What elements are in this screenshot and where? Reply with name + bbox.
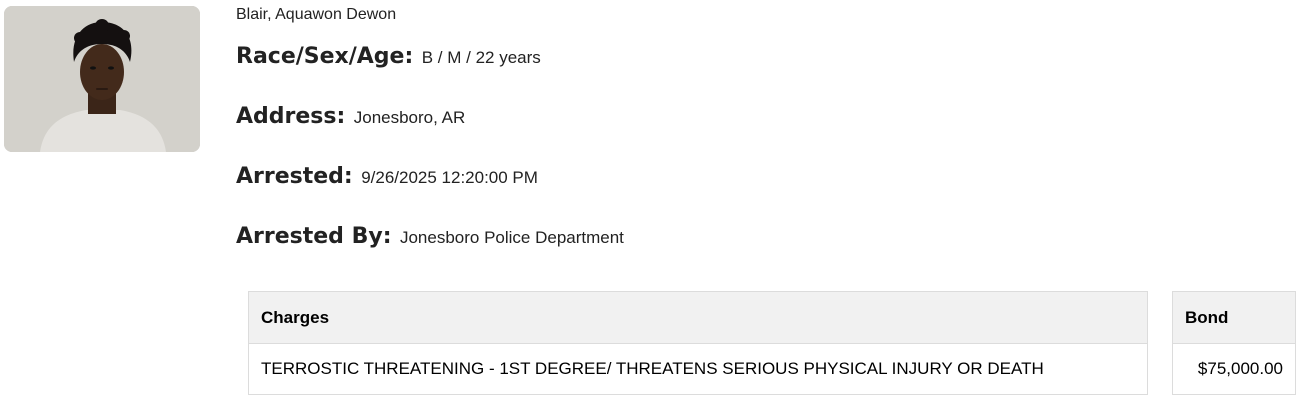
arrested-field: Arrested: 9/26/2025 12:20:00 PM [236, 164, 538, 189]
table-row: TERROSTIC THREATENING - 1ST DEGREE/ THRE… [248, 343, 1148, 395]
arrested-value: 9/26/2025 12:20:00 PM [361, 168, 538, 187]
mugshot-photo [4, 6, 200, 152]
arrested-label: Arrested: [236, 164, 353, 189]
race-sex-age-field: Race/Sex/Age: B / M / 22 years [236, 44, 541, 69]
arrested-by-field: Arrested By: Jonesboro Police Department [236, 224, 624, 249]
bond-table: Bond $75,000.00 [1172, 291, 1296, 395]
race-sex-age-label: Race/Sex/Age: [236, 44, 414, 69]
inmate-record: Blair, Aquawon Dewon Race/Sex/Age: B / M… [0, 0, 1299, 400]
charge-cell: TERROSTIC THREATENING - 1ST DEGREE/ THRE… [248, 343, 1148, 395]
address-field: Address: Jonesboro, AR [236, 104, 465, 129]
arrested-by-label: Arrested By: [236, 224, 392, 249]
charges-table: Charges TERROSTIC THREATENING - 1ST DEGR… [248, 291, 1148, 395]
bond-header: Bond [1172, 291, 1296, 344]
arrested-by-value: Jonesboro Police Department [399, 228, 624, 247]
race-sex-age-value: B / M / 22 years [421, 48, 541, 67]
charges-header: Charges [248, 291, 1148, 344]
inmate-name: Blair, Aquawon Dewon [236, 6, 397, 23]
address-value: Jonesboro, AR [353, 108, 466, 127]
address-label: Address: [236, 104, 346, 129]
table-row: $75,000.00 [1172, 343, 1296, 395]
bond-cell: $75,000.00 [1172, 343, 1296, 395]
